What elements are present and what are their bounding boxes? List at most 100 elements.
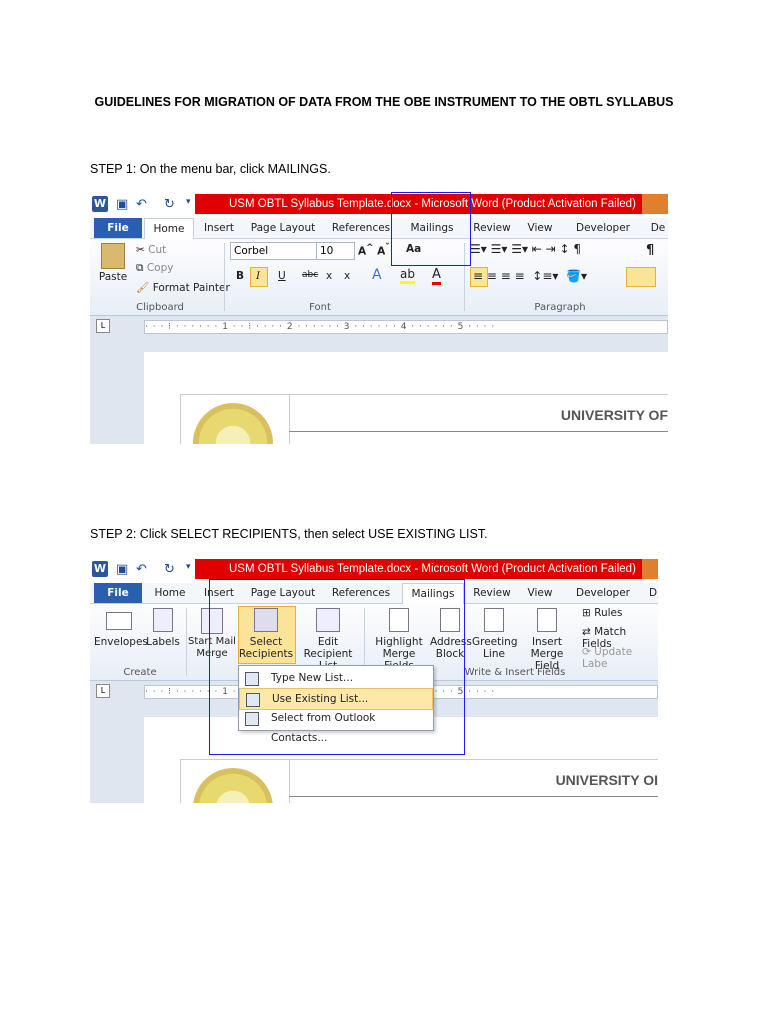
merge-field-icon — [537, 608, 557, 632]
separator — [289, 796, 658, 797]
tab-file[interactable]: File — [94, 583, 142, 603]
header-table: UNIVERSITY OI — [180, 759, 658, 803]
update-icon: ⟳ — [582, 646, 591, 658]
format-painter-button[interactable]: 🖌 Format Painter — [136, 281, 230, 294]
step2-text: STEP 2: Click SELECT RECIPIENTS, then se… — [90, 527, 488, 541]
scissors-icon: ✂ — [136, 244, 145, 256]
contextual-tab — [642, 194, 668, 214]
greeting-icon — [484, 608, 504, 632]
tab-home[interactable]: Home — [144, 218, 194, 240]
tab-references[interactable]: References — [326, 218, 396, 238]
grow-font-button[interactable]: A^ Aˇ — [358, 243, 390, 258]
tab-design[interactable]: De — [646, 218, 668, 238]
university-seal — [193, 403, 273, 444]
paste-label: Paste — [98, 271, 128, 283]
save-icon[interactable]: ▣ — [116, 562, 128, 577]
underline-button[interactable]: U — [278, 270, 286, 282]
separator — [186, 608, 187, 676]
greeting-line-button[interactable]: Greeting Line — [472, 608, 518, 660]
copy-icon: ⧉ — [136, 262, 144, 274]
screenshot-step2: W ▣ ↶ ↻ ▾ USM OBTL Syllabus Template.doc… — [90, 557, 658, 803]
pilcrow-button[interactable]: ¶ — [646, 243, 654, 258]
font-size-combo[interactable]: 10 — [316, 242, 355, 260]
insert-merge-label-1: Insert Merge — [530, 636, 564, 660]
bold-button[interactable]: B — [236, 270, 244, 282]
tab-design[interactable]: D — [646, 583, 658, 603]
rules-button[interactable]: ⊞ Rules — [582, 607, 622, 619]
tab-page-layout[interactable]: Page Layout — [246, 218, 320, 238]
window-title: USM OBTL Syllabus Template.docx - Micros… — [195, 559, 642, 579]
insert-merge-field-button[interactable]: Insert Merge Field — [518, 608, 576, 672]
text-effects-icon[interactable]: A — [372, 267, 382, 283]
undo-icon[interactable]: ↶ — [136, 562, 147, 577]
bullets-icon[interactable]: ☰▾ ☰▾ ☰▾ ⇤ ⇥ ↕ ¶ — [470, 242, 581, 256]
ruler: L · · · ⁝ · · · · · · 1 · · ⁝ · · · · 2 … — [90, 316, 668, 336]
redo-icon[interactable]: ↻ — [164, 197, 175, 212]
highlight-box-mailings — [391, 192, 471, 266]
home-ribbon: Paste ✂ Cut ⧉ Copy 🖌 Format Painter Clip… — [90, 239, 668, 316]
tab-view[interactable]: View — [520, 583, 560, 603]
tab-home[interactable]: Home — [148, 583, 192, 603]
customize-icon[interactable]: ▾ — [186, 197, 191, 207]
labels-icon — [153, 608, 173, 632]
font-color-icon[interactable]: A — [432, 267, 441, 285]
match-icon: ⇄ — [582, 626, 591, 638]
word-icon[interactable]: W — [92, 196, 108, 212]
copy-button[interactable]: ⧉ Copy — [136, 262, 173, 275]
undo-icon[interactable]: ↶ — [136, 197, 147, 212]
tab-selector[interactable]: L — [96, 319, 110, 333]
create-group-label: Create — [123, 667, 157, 678]
write-insert-group-label: Write & Insert Fields — [464, 667, 566, 678]
font-group-label: Font — [309, 302, 331, 313]
paste-button[interactable]: Paste — [96, 243, 130, 283]
update-labels-button[interactable]: ⟳ Update Labe — [582, 646, 658, 670]
cut-label: Cut — [148, 244, 167, 256]
tab-developer[interactable]: Developer — [566, 218, 640, 238]
rules-label: Rules — [594, 607, 623, 619]
italic-label: I — [256, 270, 261, 282]
tab-review[interactable]: Review — [468, 218, 516, 238]
university-name: UNIVERSITY OI — [555, 772, 658, 788]
subscript-button[interactable]: x — [326, 270, 332, 282]
word-icon[interactable]: W — [92, 561, 108, 577]
copy-label: Copy — [146, 262, 174, 274]
customize-icon[interactable]: ▾ — [186, 562, 191, 572]
rules-icon: ⊞ — [582, 607, 591, 619]
separator — [289, 395, 290, 444]
screenshot-step1: W ▣ ↶ ↻ ▾ USM OBTL Syllabus Template.doc… — [90, 192, 668, 444]
highlight-icon[interactable]: ab — [400, 267, 415, 284]
clipboard-icon — [101, 243, 125, 269]
header-table: UNIVERSITY OF — [180, 394, 668, 444]
redo-icon[interactable]: ↻ — [164, 562, 175, 577]
envelopes-label: Envelopes — [94, 636, 148, 648]
borders-button[interactable] — [626, 267, 656, 287]
strikethrough-button[interactable]: abc — [302, 270, 318, 280]
tab-view[interactable]: View — [520, 218, 560, 238]
paragraph-group-label: Paragraph — [534, 302, 586, 313]
page-area: UNIVERSITY OF — [90, 336, 668, 444]
tab-selector[interactable]: L — [96, 684, 110, 698]
document-title: GUIDELINES FOR MIGRATION OF DATA FROM TH… — [94, 95, 674, 109]
highlight-box-select-recipients — [209, 579, 465, 755]
font-name-combo[interactable]: Corbel — [230, 242, 317, 260]
tab-review[interactable]: Review — [468, 583, 516, 603]
greeting-label-2: Line — [483, 648, 505, 660]
tab-file[interactable]: File — [94, 218, 142, 238]
cut-button[interactable]: ✂ Cut — [136, 244, 166, 256]
contextual-tab — [642, 559, 658, 579]
labels-button[interactable]: Labels — [146, 608, 180, 648]
separator — [224, 243, 225, 311]
align-icons[interactable]: ≡ ≡ ≡ ≡ ↕≡▾ 🪣▾ — [473, 269, 587, 283]
format-painter-label: Format Painter — [152, 282, 230, 294]
tab-developer[interactable]: Developer — [566, 583, 640, 603]
save-icon[interactable]: ▣ — [116, 197, 128, 212]
ribbon-tabs: File Home Insert Page Layout References … — [90, 218, 668, 240]
ruler-scale: · · · ⁝ · · · · · · 1 · · ⁝ · · · · 2 · … — [144, 320, 668, 334]
clipboard-group-label: Clipboard — [136, 302, 184, 313]
tab-insert[interactable]: Insert — [196, 218, 242, 238]
step1-text: STEP 1: On the menu bar, click MAILINGS. — [90, 162, 331, 176]
superscript-button[interactable]: x — [344, 270, 350, 282]
envelopes-button[interactable]: Envelopes — [94, 608, 148, 648]
document-page: UNIVERSITY OF — [144, 352, 668, 444]
brush-icon: 🖌 — [136, 282, 150, 294]
